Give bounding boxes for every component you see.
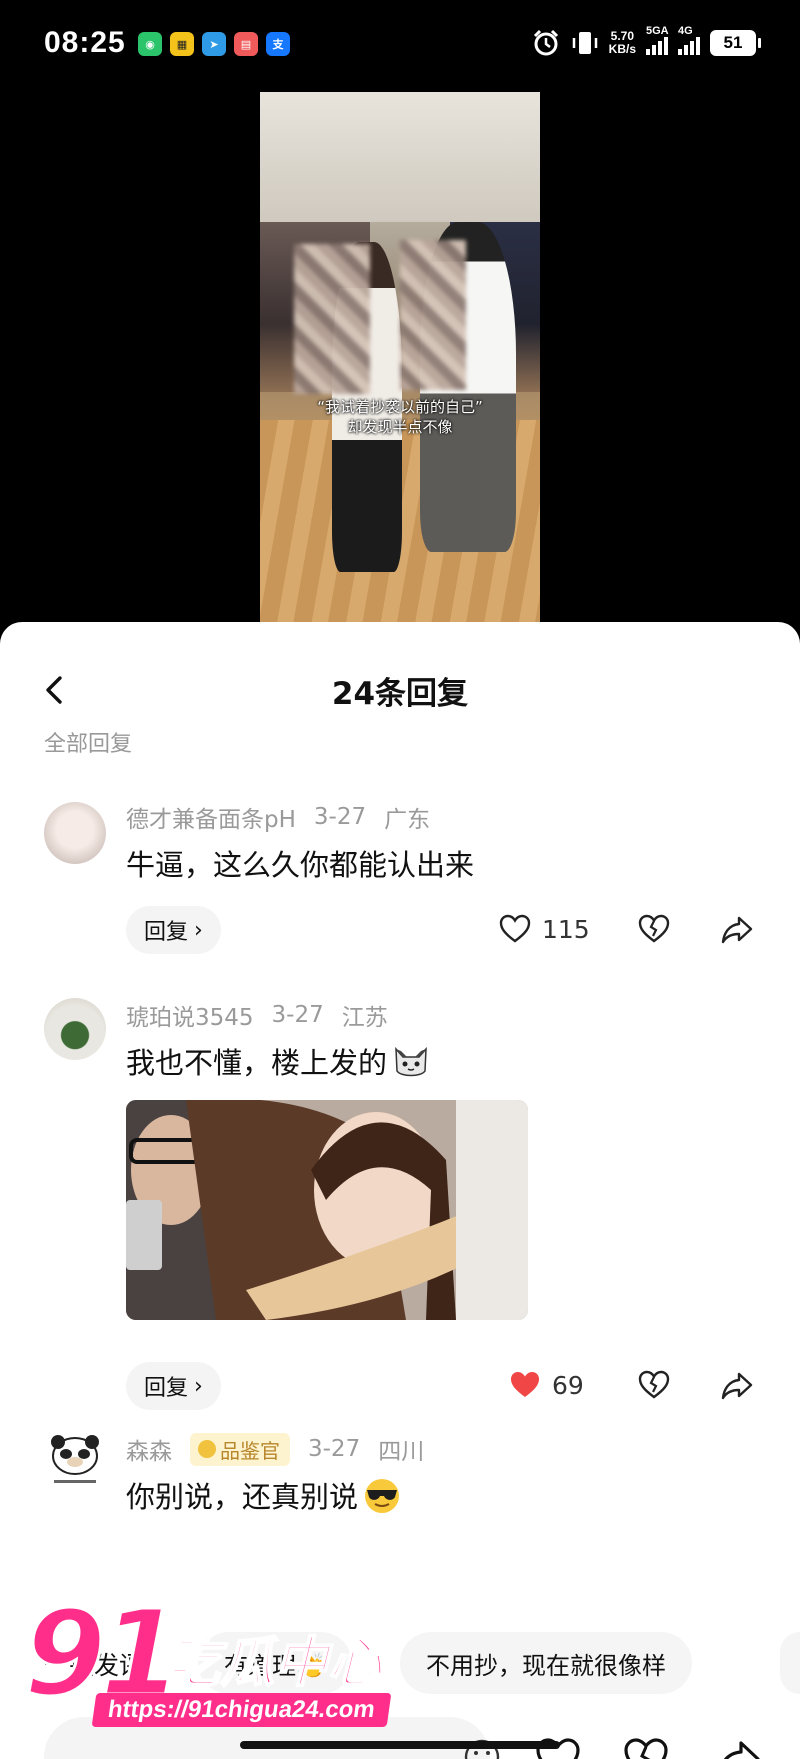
notification-app-icons: ◉ ▦ ➤ ▤ 支	[138, 32, 290, 56]
like-button[interactable]: 69	[508, 1368, 584, 1402]
comment-photo	[126, 1100, 528, 1320]
net-speed: 5.70 KB/s	[608, 29, 636, 56]
comment-date: 3-27	[308, 1436, 361, 1462]
chevron-right-icon: ›	[194, 1373, 203, 1399]
broken-heart-icon	[638, 914, 670, 943]
reply-button[interactable]: 回复 ›	[126, 906, 221, 954]
status-time: 08:25	[44, 26, 126, 59]
quick-reply-chip[interactable]: 有道理👏	[198, 1632, 352, 1694]
heart-filled-icon	[511, 1372, 539, 1397]
comment-location: 广东	[384, 807, 431, 833]
app-notification-icon: ▦	[170, 32, 194, 56]
like-count: 115	[542, 914, 590, 944]
sheet-title: 24条回复	[331, 676, 469, 712]
panda-meme-avatar	[51, 1435, 99, 1483]
blurred-face	[294, 244, 370, 394]
telegram-icon: ➤	[202, 32, 226, 56]
battery-icon: 51	[710, 30, 761, 56]
home-indicator[interactable]	[240, 1741, 560, 1749]
avatar[interactable]	[44, 998, 106, 1060]
badge-check-icon	[198, 1440, 216, 1458]
comment-text: 我也不懂，楼上发的	[126, 1040, 431, 1082]
dislike-button[interactable]	[637, 1368, 671, 1402]
comment-meta: 琥珀说3545 3-27 江苏	[126, 998, 388, 1032]
blurred-face	[400, 240, 466, 390]
avatar[interactable]	[44, 1432, 106, 1494]
comment-meta: 德才兼备面条pH 3-27 广东	[126, 800, 430, 834]
share-arrow-icon	[721, 916, 753, 944]
connoisseur-badge: 品鉴官	[190, 1432, 290, 1466]
video-ceiling	[260, 92, 540, 222]
like-button[interactable]: 115	[498, 912, 590, 946]
share-arrow-icon[interactable]	[714, 1735, 762, 1759]
sunglasses-emoji-icon	[365, 1479, 400, 1513]
broken-heart-icon[interactable]	[622, 1735, 670, 1759]
comment-image[interactable]	[126, 1100, 528, 1320]
avatar[interactable]	[44, 802, 106, 864]
comment-text: 你别说，还真别说	[126, 1474, 402, 1516]
comment-location: 四川	[378, 1439, 425, 1465]
dislike-button[interactable]	[637, 912, 671, 946]
signal-4g-icon: 4G	[678, 25, 700, 55]
quick-reply-chip[interactable]: 不用抄，现在就很像样	[400, 1632, 692, 1694]
status-bar: 08:25 ◉ ▦ ➤ ▤ 支 5.70 KB/s 5GA 4G 51	[0, 0, 800, 90]
comment-input[interactable]	[44, 1717, 500, 1759]
share-button[interactable]	[720, 1368, 754, 1402]
broken-heart-icon	[638, 1370, 670, 1399]
share-button[interactable]	[720, 912, 754, 946]
comment-username[interactable]: 森森	[126, 1432, 172, 1466]
comment-input-bar	[0, 1717, 800, 1759]
quick-reply-label: 一键发评	[44, 1651, 145, 1680]
app-notification-icon: ◉	[138, 32, 162, 56]
cat-emoji-icon	[395, 1046, 427, 1077]
app-notification-icon: ▤	[234, 32, 258, 56]
video-caption-line2: 却发现半点不像	[347, 418, 453, 436]
alipay-icon: 支	[266, 32, 290, 56]
video-player[interactable]: “我试着抄袭以前的自己” 却发现半点不像	[260, 92, 540, 630]
quick-reply-chip-overflow[interactable]	[780, 1632, 800, 1694]
comment-meta: 森森 品鉴官 3-27 四川	[126, 1432, 424, 1466]
signal-5g-icon: 5GA	[646, 25, 669, 55]
reply-button[interactable]: 回复 ›	[126, 1362, 221, 1410]
share-arrow-icon	[721, 1372, 753, 1400]
heart-outline-icon	[499, 914, 531, 943]
comment-date: 3-27	[313, 804, 367, 830]
alarm-icon	[533, 29, 558, 56]
video-caption-line1: “我试着抄袭以前的自己”	[317, 398, 483, 416]
comment-text: 牛逼，这么久你都能认出来	[126, 848, 475, 882]
comment-location: 江苏	[341, 1005, 388, 1031]
comment-date: 3-27	[271, 1002, 324, 1028]
quick-reply-bar: 一键发评 有道理👏 不用抄，现在就很像样	[0, 1632, 800, 1696]
comments-sheet: 24条回复 全部回复 德才兼备面条pH 3-27 广东 牛逼，这么久你都能认出来…	[0, 622, 800, 1759]
chevron-right-icon: ›	[194, 917, 203, 943]
comment-username[interactable]: 德才兼备面条pH	[126, 800, 296, 834]
comment-username[interactable]: 琥珀说3545	[126, 998, 254, 1032]
like-count: 69	[552, 1370, 584, 1400]
vibrate-icon	[572, 32, 597, 54]
all-replies-label: 全部回复	[44, 732, 133, 757]
status-indicators: 5.70 KB/s 5GA 4G 51	[531, 25, 761, 58]
